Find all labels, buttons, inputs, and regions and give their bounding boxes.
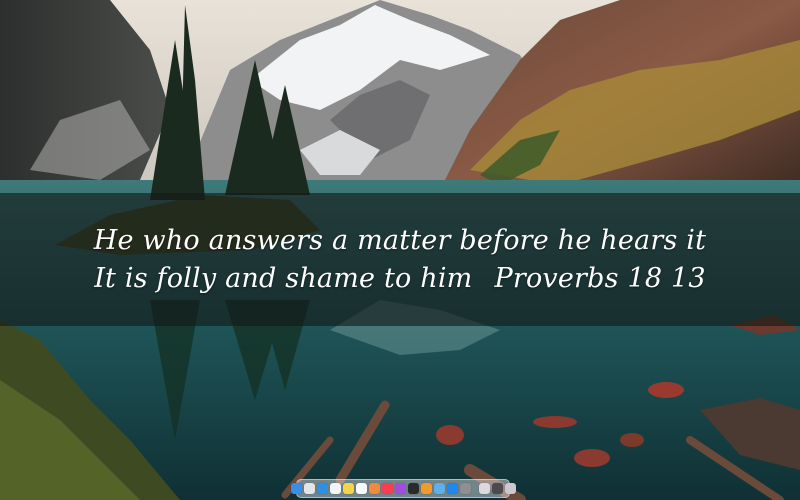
preview-icon[interactable] <box>433 483 445 494</box>
launchpad-icon[interactable] <box>303 483 315 494</box>
books-icon[interactable] <box>420 483 432 494</box>
terminal-icon[interactable] <box>407 483 419 494</box>
settings-icon[interactable] <box>459 483 471 494</box>
app-store-icon[interactable] <box>446 483 458 494</box>
quote-line-1: He who answers a matter before he hears … <box>93 224 707 256</box>
dock-apps <box>290 483 471 494</box>
trash-icon[interactable] <box>504 483 516 494</box>
podcasts-icon[interactable] <box>394 483 406 494</box>
dock <box>290 479 516 498</box>
desktop: He who answers a matter before he hears … <box>0 0 800 500</box>
calendar-icon[interactable] <box>329 483 341 494</box>
safari-icon[interactable] <box>316 483 328 494</box>
screenshot-icon[interactable] <box>491 483 503 494</box>
dock-extras <box>478 483 516 494</box>
reminders-icon[interactable] <box>355 483 367 494</box>
folder-icon[interactable] <box>478 483 490 494</box>
quote-reference: Proverbs 18 13 <box>494 262 706 294</box>
quote-line-2: It is folly and shame to him Proverbs 18 … <box>94 262 706 296</box>
quote-banner: He who answers a matter before he hears … <box>0 193 800 326</box>
photos-icon[interactable] <box>368 483 380 494</box>
music-icon[interactable] <box>381 483 393 494</box>
quote-text: It is folly and shame to him <box>94 262 473 294</box>
notes-icon[interactable] <box>342 483 354 494</box>
finder-icon[interactable] <box>290 483 302 494</box>
